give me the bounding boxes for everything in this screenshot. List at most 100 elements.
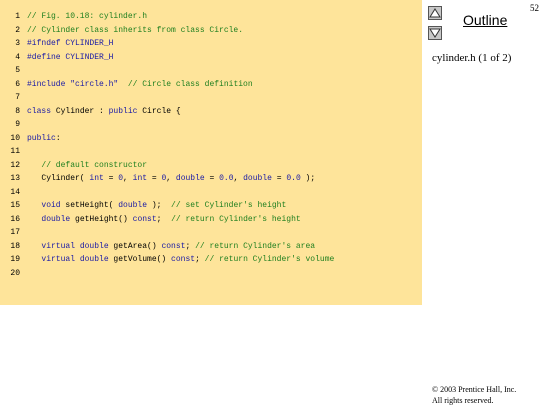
code-token: "circle.h" xyxy=(70,79,119,89)
code-token: Cylinder : xyxy=(55,106,109,116)
code-token: // Cylinder class inherits from class Ci… xyxy=(27,25,244,35)
code-token: = xyxy=(147,174,162,183)
code-token: // return Cylinder's volume xyxy=(204,255,335,264)
code-line: 17 xyxy=(0,226,422,239)
code-token: , xyxy=(123,174,133,183)
code-token: , xyxy=(166,174,176,183)
code-token: Circle { xyxy=(142,106,181,116)
line-number: 7 xyxy=(15,93,20,102)
code-text: virtual double getVolume() const; // ret… xyxy=(27,253,334,266)
code-token: // return Cylinder's height xyxy=(171,214,301,224)
outline-link[interactable]: Outline xyxy=(463,12,507,28)
code-token: double xyxy=(243,174,272,183)
code-token: public xyxy=(27,133,56,143)
code-token: ); xyxy=(300,174,316,183)
code-line: 11 xyxy=(0,145,422,158)
line-number: 3 xyxy=(15,39,20,48)
code-text: public: xyxy=(27,132,61,145)
code-token: = xyxy=(204,174,220,183)
code-line: 15 void setHeight( double ); // set Cyli… xyxy=(0,199,422,212)
code-line: 8 class Cylinder : public Circle { xyxy=(0,105,422,118)
code-line: 2 // Cylinder class inherits from class C… xyxy=(0,24,422,37)
code-token: // set Cylinder's height xyxy=(171,201,287,210)
line-number: 16 xyxy=(10,214,20,224)
code-token: virtual double xyxy=(41,241,109,251)
line-number: 4 xyxy=(15,52,20,62)
code-text: virtual double getArea() const; // retur… xyxy=(27,240,315,253)
code-text: #include "circle.h" // Circle class defi… xyxy=(27,78,253,91)
code-token: #ifndef CYLINDER_H xyxy=(27,39,114,48)
code-line: 12 // default constructor xyxy=(0,159,422,172)
code-token: const xyxy=(132,214,157,224)
code-text: #define CYLINDER_H xyxy=(27,51,113,64)
code-text: void setHeight( double ); // set Cylinde… xyxy=(27,199,286,212)
file-label: cylinder.h (1 of 2) xyxy=(432,52,512,64)
line-number: 19 xyxy=(10,255,20,264)
code-line: 9 xyxy=(0,118,422,131)
code-line: 10 public: xyxy=(0,132,422,145)
code-token: getVolume() xyxy=(108,255,172,264)
code-token: = xyxy=(103,174,119,183)
code-token: // return Cylinder's area xyxy=(195,241,316,251)
line-number: 5 xyxy=(15,66,20,75)
triangle-up-icon xyxy=(429,8,441,18)
page-number: 52 xyxy=(530,3,539,13)
code-token: , xyxy=(233,174,244,183)
triangle-down-icon xyxy=(429,28,441,38)
line-number: 12 xyxy=(10,160,20,170)
code-token: int xyxy=(132,174,148,183)
code-token: setHeight( xyxy=(60,201,119,210)
code-token: 0.0 xyxy=(219,174,234,183)
code-token: public xyxy=(108,106,143,116)
previous-slide-button[interactable] xyxy=(428,6,442,20)
code-token: double xyxy=(118,201,148,210)
line-number: 8 xyxy=(15,106,20,116)
code-token: ; xyxy=(195,255,205,264)
line-number: 18 xyxy=(10,241,20,251)
code-token: double xyxy=(175,174,205,183)
next-slide-button[interactable] xyxy=(428,26,442,40)
code-line: 5 xyxy=(0,64,422,77)
code-text: // Fig. 10.18: cylinder.h xyxy=(27,10,147,23)
code-token: 0.0 xyxy=(286,174,301,183)
code-line: 13 Cylinder( int = 0, int = 0, double = … xyxy=(0,172,422,185)
code-token: Cylinder( xyxy=(27,174,90,183)
code-line: 19 virtual double getVolume() const; // … xyxy=(0,253,422,266)
copyright-line: © 2003 Prentice Hall, Inc. xyxy=(432,385,517,394)
code-text: double getHeight() const; // return Cyli… xyxy=(27,213,301,226)
line-number: 10 xyxy=(10,133,20,143)
line-number: 13 xyxy=(10,174,20,183)
code-token: void xyxy=(41,201,61,210)
line-number: 11 xyxy=(10,147,20,156)
code-text: Cylinder( int = 0, int = 0, double = 0.0… xyxy=(27,172,315,185)
line-number: 17 xyxy=(10,228,20,237)
copyright-notice: © 2003 Prentice Hall, Inc. All rights re… xyxy=(432,384,516,406)
code-token: // Fig. 10.18: cylinder.h xyxy=(27,12,148,21)
code-token: = xyxy=(271,174,287,183)
code-line: 1 // Fig. 10.18: cylinder.h xyxy=(0,10,422,23)
code-listing-panel: 1 // Fig. 10.18: cylinder.h 2 // Cylinder c… xyxy=(0,0,422,305)
code-token: #define CYLINDER_H xyxy=(27,52,114,62)
code-text: // default constructor xyxy=(27,159,147,172)
line-number: 20 xyxy=(10,268,20,278)
code-text: #ifndef CYLINDER_H xyxy=(27,37,113,50)
code-token: const xyxy=(161,241,186,251)
code-line: 14 xyxy=(0,186,422,199)
code-token: // Circle class definition xyxy=(118,79,253,89)
code-token: virtual double xyxy=(41,255,109,264)
code-token: getArea() xyxy=(108,241,162,251)
line-number: 2 xyxy=(15,25,20,35)
code-text: class Cylinder : public Circle { xyxy=(27,105,181,118)
code-token: ; xyxy=(185,241,196,251)
code-token: : xyxy=(55,133,61,143)
line-number: 15 xyxy=(10,201,20,210)
rights-line: All rights reserved. xyxy=(432,396,494,405)
line-number: 6 xyxy=(15,79,20,89)
code-text: // Cylinder class inherits from class Ci… xyxy=(27,24,243,37)
code-token: class xyxy=(27,106,56,116)
code-line: 4 #define CYLINDER_H xyxy=(0,51,422,64)
